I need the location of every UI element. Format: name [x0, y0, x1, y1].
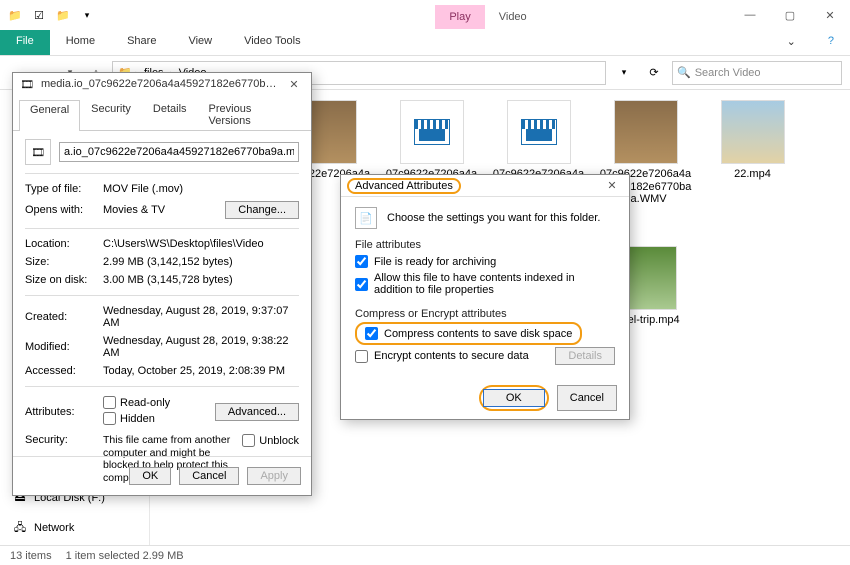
file-tab[interactable]: File — [0, 30, 50, 55]
dialog-button-row: OK Cancel — [341, 377, 629, 419]
file-item[interactable]: 22.mp4 — [705, 100, 800, 206]
network-icon: 🖧 — [12, 520, 28, 536]
opens-with-value: Movies & TV — [103, 204, 225, 216]
tab-security[interactable]: Security — [80, 99, 142, 130]
compress-checkbox[interactable]: Compress contents to save disk space — [365, 325, 572, 342]
created-value: Wednesday, August 28, 2019, 9:37:07 AM — [103, 305, 299, 329]
accessed-value: Today, October 25, 2019, 2:08:39 PM — [103, 365, 299, 377]
apply-button[interactable]: Apply — [247, 467, 301, 485]
ribbon: File Home Share View Video Tools ⌄ ? — [0, 30, 850, 56]
details-button[interactable]: Details — [555, 347, 615, 365]
ok-button[interactable]: OK — [483, 389, 545, 407]
size-value: 2.99 MB (3,142,152 bytes) — [103, 256, 299, 268]
change-button[interactable]: Change... — [225, 201, 299, 219]
compress-encrypt-label: Compress or Encrypt attributes — [355, 308, 615, 320]
intro-text: Choose the settings you want for this fo… — [387, 212, 600, 224]
close-icon[interactable]: ✕ — [283, 78, 305, 91]
ribbon-expand-icon[interactable]: ⌄ — [771, 30, 812, 55]
dialog-body: 📄 Choose the settings you want for this … — [341, 197, 629, 377]
status-selection: 1 item selected 2.99 MB — [66, 550, 184, 562]
tree-network[interactable]: 🖧 Network — [4, 518, 145, 538]
contextual-tabs: Play Video — [435, 5, 540, 29]
modified-label: Modified: — [25, 341, 103, 353]
help-icon[interactable]: ? — [812, 30, 850, 55]
accessed-label: Accessed: — [25, 365, 103, 377]
status-bar: 13 items 1 item selected 2.99 MB — [0, 545, 850, 565]
properties-dialog: 🎞 media.io_07c9622e7206a4a45927182e6770b… — [12, 72, 312, 496]
size-label: Size: — [25, 256, 103, 268]
status-item-count: 13 items — [10, 550, 52, 562]
tab-general[interactable]: General — [19, 100, 80, 131]
qat-dropdown-icon[interactable]: ▾ — [78, 6, 96, 24]
search-icon: 🔍 — [677, 66, 691, 79]
opens-with-label: Opens with: — [25, 204, 103, 216]
file-attributes-label: File attributes — [355, 239, 615, 251]
unblock-checkbox[interactable]: Unblock — [242, 434, 299, 447]
modified-value: Wednesday, August 28, 2019, 9:38:22 AM — [103, 335, 299, 359]
dialog-title: Advanced Attributes — [347, 178, 461, 194]
attributes-label: Attributes: — [25, 406, 103, 418]
maximize-button[interactable]: ▢ — [770, 0, 810, 30]
advanced-button[interactable]: Advanced... — [215, 403, 299, 421]
folder-icon: 📁 — [6, 6, 24, 24]
advanced-attributes-dialog: Advanced Attributes ✕ 📄 Choose the setti… — [340, 174, 630, 420]
tab-previous-versions[interactable]: Previous Versions — [198, 99, 305, 130]
readonly-checkbox[interactable]: Read-only — [103, 396, 170, 409]
cancel-button[interactable]: Cancel — [557, 385, 617, 411]
location-label: Location: — [25, 238, 103, 250]
refresh-button[interactable]: ⟳ — [642, 61, 666, 85]
search-placeholder: Search Video — [695, 67, 761, 79]
video-context-tab[interactable]: Video — [485, 5, 541, 29]
encrypt-checkbox[interactable]: Encrypt contents to secure data — [355, 348, 529, 365]
address-dropdown-icon[interactable]: ▾ — [612, 61, 636, 85]
video-tools-tab[interactable]: Video Tools — [228, 30, 316, 55]
share-tab[interactable]: Share — [111, 30, 172, 55]
search-input[interactable]: 🔍 Search Video — [672, 61, 842, 85]
created-label: Created: — [25, 311, 103, 323]
hidden-checkbox[interactable]: Hidden — [103, 412, 155, 425]
size-on-disk-value: 3.00 MB (3,145,728 bytes) — [103, 274, 299, 286]
checkbox-qat-icon[interactable]: ☑ — [30, 6, 48, 24]
type-value: MOV File (.mov) — [103, 183, 299, 195]
security-label: Security: — [25, 434, 103, 446]
minimize-button[interactable]: — — [730, 0, 770, 30]
size-on-disk-label: Size on disk: — [25, 274, 103, 286]
index-checkbox[interactable]: Allow this file to have contents indexed… — [355, 270, 615, 298]
location-value: C:\Users\WS\Desktop\files\Video — [103, 238, 299, 250]
close-button[interactable]: ✕ — [810, 0, 850, 30]
close-icon[interactable]: ✕ — [601, 179, 623, 192]
play-tab[interactable]: Play — [435, 5, 484, 29]
dialog-titlebar[interactable]: 🎞 media.io_07c9622e7206a4a45927182e6770b… — [13, 73, 311, 95]
dialog-tabs: General Security Details Previous Versio… — [13, 95, 311, 131]
ok-button[interactable]: OK — [129, 467, 171, 485]
archive-checkbox[interactable]: File is ready for archiving — [355, 253, 615, 270]
type-label: Type of file: — [25, 183, 103, 195]
quick-access-toolbar: 📁 ☑ 📁 ▾ — [6, 6, 96, 24]
file-type-icon: 🎞 — [25, 139, 51, 165]
dialog-titlebar[interactable]: Advanced Attributes ✕ — [341, 175, 629, 197]
file-icon: 🎞 — [19, 76, 35, 92]
folder-icon: 📄 — [355, 207, 377, 229]
dialog-body: 🎞 Type of file:MOV File (.mov) Opens wit… — [13, 131, 311, 495]
dialog-title: media.io_07c9622e7206a4a45927182e6770ba9… — [41, 78, 277, 90]
tab-details[interactable]: Details — [142, 99, 198, 130]
dialog-button-row: OK Cancel Apply — [13, 456, 311, 495]
filename-input[interactable] — [59, 142, 299, 162]
cancel-button[interactable]: Cancel — [179, 467, 239, 485]
folder-qat-icon[interactable]: 📁 — [54, 6, 72, 24]
window-titlebar: 📁 ☑ 📁 ▾ Play Video — ▢ ✕ — [0, 0, 850, 30]
window-controls: — ▢ ✕ — [730, 0, 850, 30]
tree-label: Network — [34, 522, 74, 534]
home-tab[interactable]: Home — [50, 30, 111, 55]
view-tab[interactable]: View — [172, 30, 228, 55]
